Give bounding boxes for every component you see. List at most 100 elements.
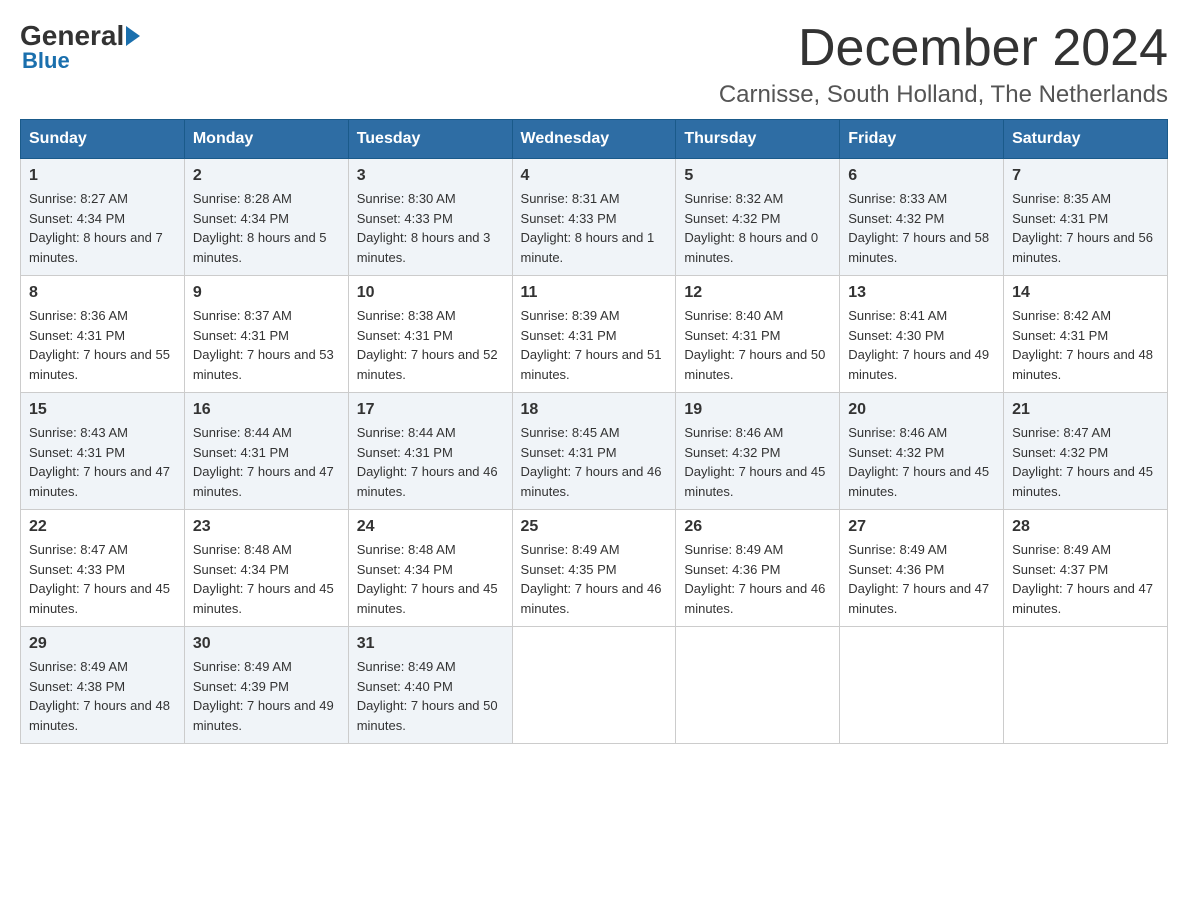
- calendar-cell: 7 Sunrise: 8:35 AM Sunset: 4:31 PM Dayli…: [1004, 159, 1168, 276]
- day-info: Sunrise: 8:49 AM Sunset: 4:37 PM Dayligh…: [1012, 540, 1159, 618]
- calendar-cell: 2 Sunrise: 8:28 AM Sunset: 4:34 PM Dayli…: [184, 159, 348, 276]
- day-number: 13: [848, 284, 995, 302]
- calendar-cell: 25 Sunrise: 8:49 AM Sunset: 4:35 PM Dayl…: [512, 510, 676, 627]
- day-number: 16: [193, 401, 340, 419]
- day-info: Sunrise: 8:28 AM Sunset: 4:34 PM Dayligh…: [193, 189, 340, 267]
- calendar-cell: 18 Sunrise: 8:45 AM Sunset: 4:31 PM Dayl…: [512, 393, 676, 510]
- day-number: 19: [684, 401, 831, 419]
- calendar-cell: 9 Sunrise: 8:37 AM Sunset: 4:31 PM Dayli…: [184, 276, 348, 393]
- calendar-cell: [840, 627, 1004, 744]
- day-info: Sunrise: 8:44 AM Sunset: 4:31 PM Dayligh…: [193, 423, 340, 501]
- calendar-cell: 13 Sunrise: 8:41 AM Sunset: 4:30 PM Dayl…: [840, 276, 1004, 393]
- calendar-week-row: 1 Sunrise: 8:27 AM Sunset: 4:34 PM Dayli…: [21, 159, 1168, 276]
- day-info: Sunrise: 8:46 AM Sunset: 4:32 PM Dayligh…: [684, 423, 831, 501]
- day-number: 28: [1012, 518, 1159, 536]
- day-number: 5: [684, 167, 831, 185]
- calendar-cell: 28 Sunrise: 8:49 AM Sunset: 4:37 PM Dayl…: [1004, 510, 1168, 627]
- header-wednesday: Wednesday: [512, 120, 676, 159]
- day-number: 21: [1012, 401, 1159, 419]
- day-number: 22: [29, 518, 176, 536]
- day-info: Sunrise: 8:33 AM Sunset: 4:32 PM Dayligh…: [848, 189, 995, 267]
- calendar-week-row: 8 Sunrise: 8:36 AM Sunset: 4:31 PM Dayli…: [21, 276, 1168, 393]
- day-info: Sunrise: 8:49 AM Sunset: 4:40 PM Dayligh…: [357, 657, 504, 735]
- day-info: Sunrise: 8:48 AM Sunset: 4:34 PM Dayligh…: [357, 540, 504, 618]
- calendar-cell: 15 Sunrise: 8:43 AM Sunset: 4:31 PM Dayl…: [21, 393, 185, 510]
- day-number: 14: [1012, 284, 1159, 302]
- calendar-cell: 31 Sunrise: 8:49 AM Sunset: 4:40 PM Dayl…: [348, 627, 512, 744]
- month-title: December 2024: [719, 20, 1168, 77]
- day-info: Sunrise: 8:41 AM Sunset: 4:30 PM Dayligh…: [848, 306, 995, 384]
- day-info: Sunrise: 8:48 AM Sunset: 4:34 PM Dayligh…: [193, 540, 340, 618]
- day-info: Sunrise: 8:49 AM Sunset: 4:38 PM Dayligh…: [29, 657, 176, 735]
- location-title: Carnisse, South Holland, The Netherlands: [719, 81, 1168, 109]
- page-header: General Blue December 2024 Carnisse, Sou…: [20, 20, 1168, 109]
- calendar-cell: 17 Sunrise: 8:44 AM Sunset: 4:31 PM Dayl…: [348, 393, 512, 510]
- day-info: Sunrise: 8:42 AM Sunset: 4:31 PM Dayligh…: [1012, 306, 1159, 384]
- day-info: Sunrise: 8:32 AM Sunset: 4:32 PM Dayligh…: [684, 189, 831, 267]
- calendar-cell: 8 Sunrise: 8:36 AM Sunset: 4:31 PM Dayli…: [21, 276, 185, 393]
- logo-arrow-icon: [126, 26, 140, 46]
- day-info: Sunrise: 8:47 AM Sunset: 4:32 PM Dayligh…: [1012, 423, 1159, 501]
- day-number: 23: [193, 518, 340, 536]
- calendar-cell: 21 Sunrise: 8:47 AM Sunset: 4:32 PM Dayl…: [1004, 393, 1168, 510]
- header-friday: Friday: [840, 120, 1004, 159]
- day-number: 25: [521, 518, 668, 536]
- day-number: 11: [521, 284, 668, 302]
- day-info: Sunrise: 8:49 AM Sunset: 4:36 PM Dayligh…: [684, 540, 831, 618]
- day-info: Sunrise: 8:30 AM Sunset: 4:33 PM Dayligh…: [357, 189, 504, 267]
- day-info: Sunrise: 8:31 AM Sunset: 4:33 PM Dayligh…: [521, 189, 668, 267]
- day-info: Sunrise: 8:37 AM Sunset: 4:31 PM Dayligh…: [193, 306, 340, 384]
- day-number: 31: [357, 635, 504, 653]
- header-tuesday: Tuesday: [348, 120, 512, 159]
- day-number: 10: [357, 284, 504, 302]
- day-number: 4: [521, 167, 668, 185]
- calendar-cell: 4 Sunrise: 8:31 AM Sunset: 4:33 PM Dayli…: [512, 159, 676, 276]
- calendar-cell: 5 Sunrise: 8:32 AM Sunset: 4:32 PM Dayli…: [676, 159, 840, 276]
- day-info: Sunrise: 8:47 AM Sunset: 4:33 PM Dayligh…: [29, 540, 176, 618]
- day-number: 27: [848, 518, 995, 536]
- day-info: Sunrise: 8:49 AM Sunset: 4:39 PM Dayligh…: [193, 657, 340, 735]
- calendar-cell: 20 Sunrise: 8:46 AM Sunset: 4:32 PM Dayl…: [840, 393, 1004, 510]
- day-number: 17: [357, 401, 504, 419]
- calendar-cell: 14 Sunrise: 8:42 AM Sunset: 4:31 PM Dayl…: [1004, 276, 1168, 393]
- calendar-table: Sunday Monday Tuesday Wednesday Thursday…: [20, 119, 1168, 744]
- day-number: 2: [193, 167, 340, 185]
- day-number: 1: [29, 167, 176, 185]
- logo: General Blue: [20, 20, 142, 74]
- title-area: December 2024 Carnisse, South Holland, T…: [719, 20, 1168, 109]
- day-number: 9: [193, 284, 340, 302]
- day-number: 7: [1012, 167, 1159, 185]
- day-info: Sunrise: 8:39 AM Sunset: 4:31 PM Dayligh…: [521, 306, 668, 384]
- calendar-cell: 19 Sunrise: 8:46 AM Sunset: 4:32 PM Dayl…: [676, 393, 840, 510]
- header-monday: Monday: [184, 120, 348, 159]
- calendar-cell: 29 Sunrise: 8:49 AM Sunset: 4:38 PM Dayl…: [21, 627, 185, 744]
- calendar-cell: [512, 627, 676, 744]
- day-number: 18: [521, 401, 668, 419]
- calendar-cell: 1 Sunrise: 8:27 AM Sunset: 4:34 PM Dayli…: [21, 159, 185, 276]
- day-number: 6: [848, 167, 995, 185]
- calendar-cell: [1004, 627, 1168, 744]
- calendar-cell: 12 Sunrise: 8:40 AM Sunset: 4:31 PM Dayl…: [676, 276, 840, 393]
- day-number: 26: [684, 518, 831, 536]
- day-info: Sunrise: 8:27 AM Sunset: 4:34 PM Dayligh…: [29, 189, 176, 267]
- calendar-cell: 22 Sunrise: 8:47 AM Sunset: 4:33 PM Dayl…: [21, 510, 185, 627]
- day-number: 3: [357, 167, 504, 185]
- calendar-cell: 16 Sunrise: 8:44 AM Sunset: 4:31 PM Dayl…: [184, 393, 348, 510]
- day-number: 30: [193, 635, 340, 653]
- calendar-cell: 27 Sunrise: 8:49 AM Sunset: 4:36 PM Dayl…: [840, 510, 1004, 627]
- calendar-cell: 3 Sunrise: 8:30 AM Sunset: 4:33 PM Dayli…: [348, 159, 512, 276]
- calendar-cell: [676, 627, 840, 744]
- calendar-header-row: Sunday Monday Tuesday Wednesday Thursday…: [21, 120, 1168, 159]
- day-info: Sunrise: 8:35 AM Sunset: 4:31 PM Dayligh…: [1012, 189, 1159, 267]
- day-info: Sunrise: 8:38 AM Sunset: 4:31 PM Dayligh…: [357, 306, 504, 384]
- logo-blue-text: Blue: [22, 48, 70, 74]
- day-info: Sunrise: 8:40 AM Sunset: 4:31 PM Dayligh…: [684, 306, 831, 384]
- calendar-week-row: 15 Sunrise: 8:43 AM Sunset: 4:31 PM Dayl…: [21, 393, 1168, 510]
- day-number: 15: [29, 401, 176, 419]
- day-info: Sunrise: 8:44 AM Sunset: 4:31 PM Dayligh…: [357, 423, 504, 501]
- day-info: Sunrise: 8:46 AM Sunset: 4:32 PM Dayligh…: [848, 423, 995, 501]
- day-number: 24: [357, 518, 504, 536]
- day-info: Sunrise: 8:45 AM Sunset: 4:31 PM Dayligh…: [521, 423, 668, 501]
- calendar-cell: 26 Sunrise: 8:49 AM Sunset: 4:36 PM Dayl…: [676, 510, 840, 627]
- header-sunday: Sunday: [21, 120, 185, 159]
